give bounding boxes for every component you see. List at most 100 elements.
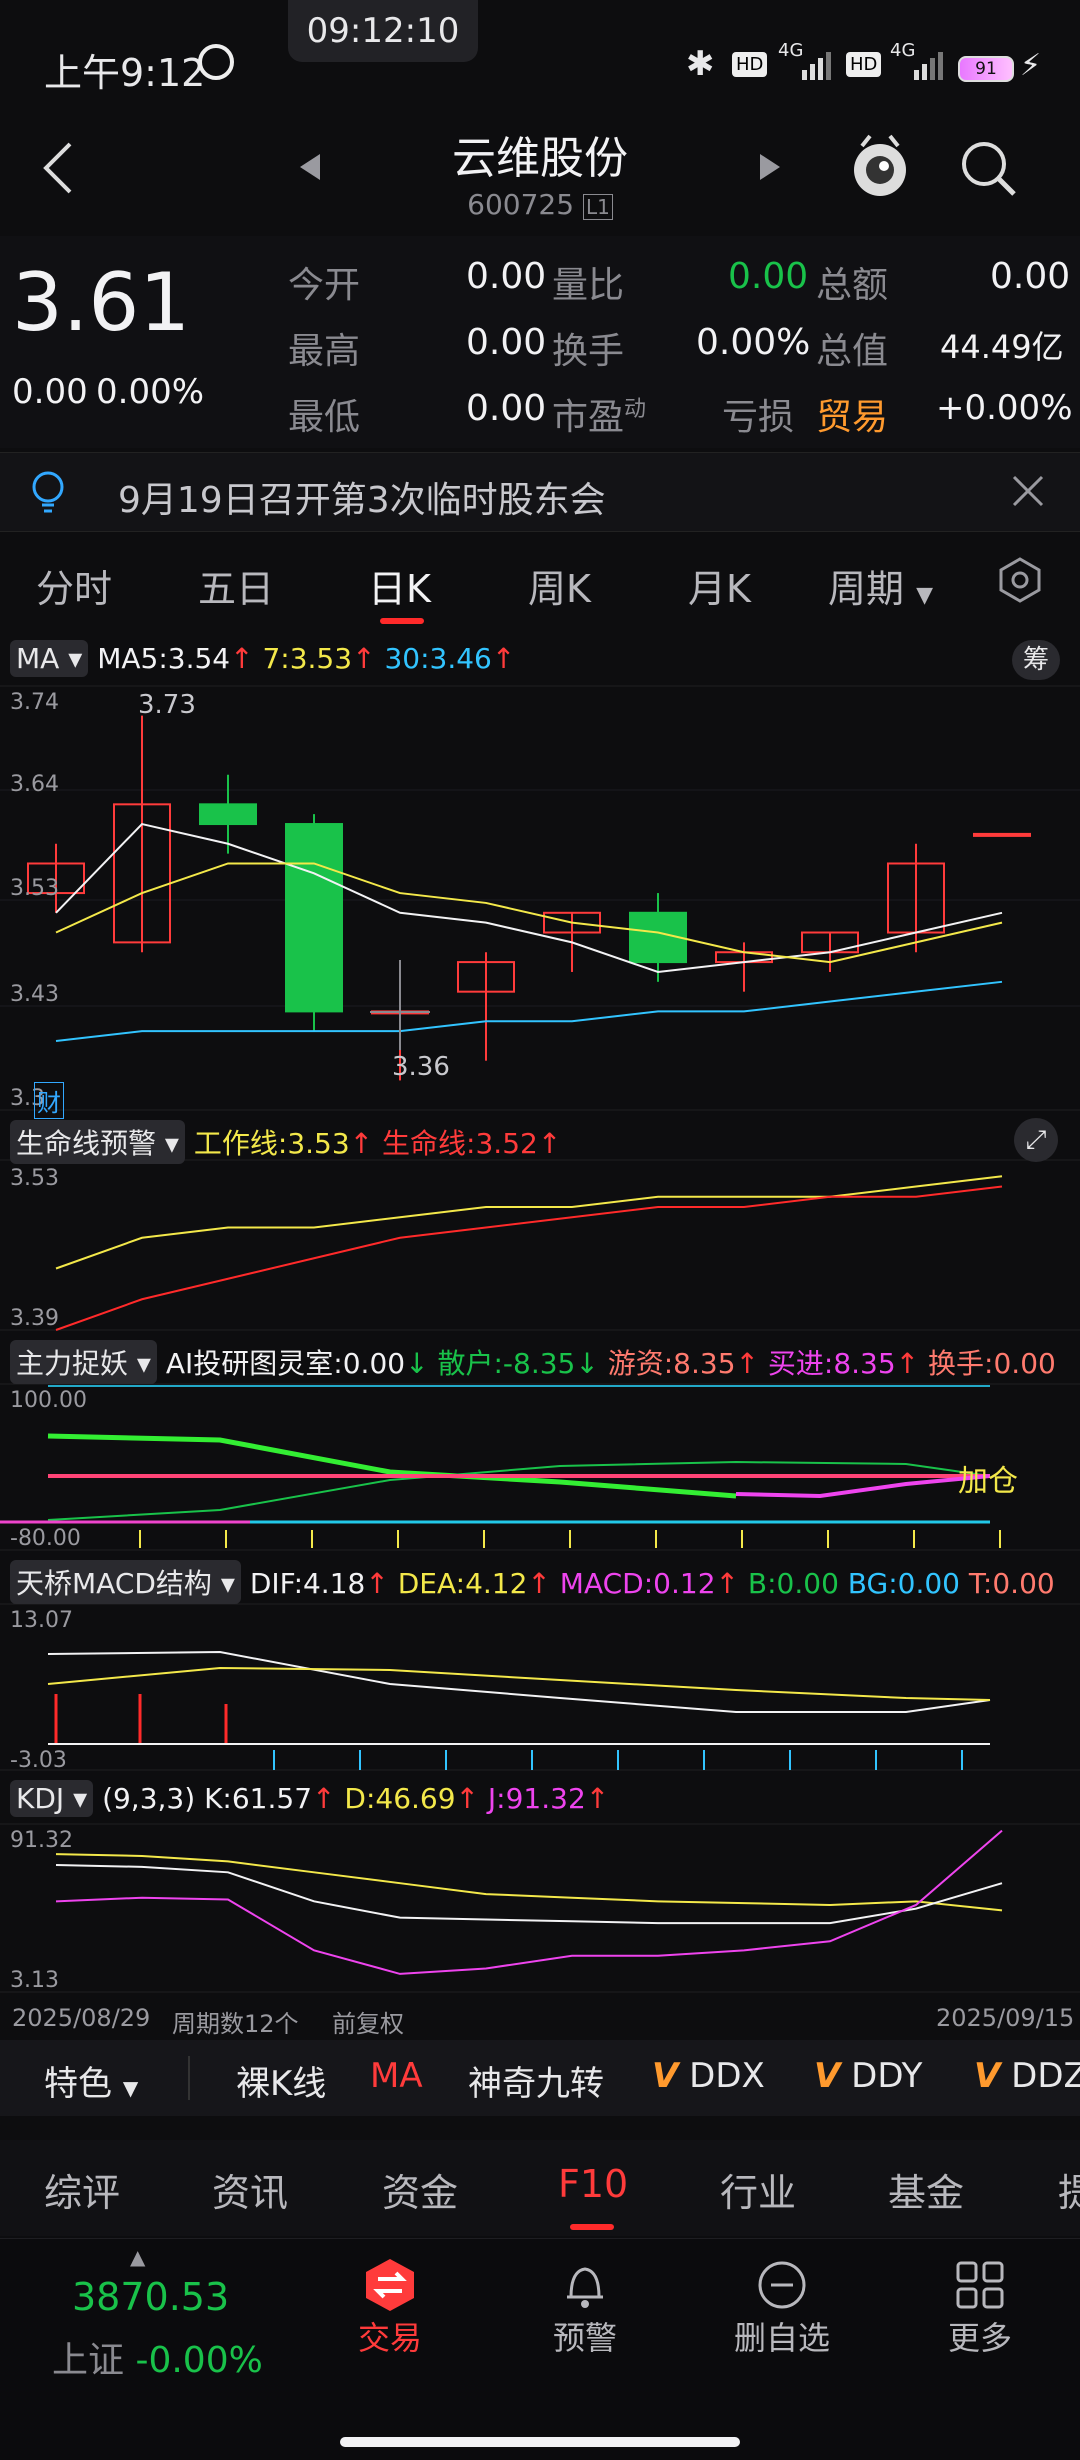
adjust-mode[interactable]: 前复权 (332, 2004, 404, 2039)
alert-button[interactable]: 预警 (535, 2257, 635, 2359)
ma7-value: 7:3.53 (262, 642, 353, 675)
main-force-line (47, 1433, 737, 1499)
add-position-signal: 加仓 (958, 1464, 1018, 1499)
feature-ma[interactable]: MA (370, 2056, 423, 2096)
chip-distribution-button[interactable]: 筹 (1012, 640, 1060, 680)
ma-y-label-3: 3.53 (10, 876, 59, 901)
special-dropdown[interactable]: 特色 ▼ (44, 2056, 138, 2105)
candle-body (199, 803, 257, 826)
feature-ddz[interactable]: V DDZ (974, 2056, 1080, 2096)
ma-panel-header: MA ▾ MA5:3.54↑ 7:3.53↑ 30:3.46↑ (10, 640, 515, 677)
ma-y-label-4: 3.43 (10, 982, 59, 1007)
work-line-value: 工作线:3.53 (193, 1127, 350, 1160)
main-y-bottom: -80.00 (10, 1526, 81, 1551)
macd-y-bottom: -3.03 (10, 1748, 67, 1773)
x-axis-end: 2025/09/15 (936, 2004, 1075, 2032)
kdj-selector[interactable]: KDJ ▾ (10, 1780, 94, 1817)
dif-line (47, 1650, 991, 1713)
index-change: -0.00% (135, 2340, 263, 2381)
low-mark: 3.36 (392, 1052, 450, 1082)
kdj-y-top: 91.32 (10, 1828, 73, 1853)
k-value: K:61.57 (204, 1782, 313, 1815)
candle-body (973, 832, 1031, 837)
bell-icon (557, 2257, 613, 2313)
home-indicator (340, 2437, 740, 2447)
lifeline-panel-header: 生命线预警 ▾ 工作线:3.53↑ 生命线:3.52↑ (10, 1120, 561, 1164)
lifeline-selector[interactable]: 生命线预警 ▾ (10, 1120, 185, 1164)
d-value: D:46.69 (344, 1782, 456, 1815)
trade-icon (362, 2257, 418, 2313)
lifeline-y-top: 3.53 (10, 1166, 59, 1191)
ma5-value: MA5:3.54 (97, 642, 231, 675)
remove-watchlist-label: 删自选 (733, 2319, 830, 2357)
ai-value: AI投研图灵室:0.00 (165, 1347, 406, 1380)
vip-v-icon: V (814, 2056, 841, 2096)
dif-value: DIF:4.18 (249, 1567, 366, 1600)
t-value: T:0.00 (968, 1567, 1055, 1600)
life-line-value: 生命线:3.52 (382, 1127, 538, 1160)
index-value[interactable]: 3870.53 (72, 2275, 229, 2319)
kdj-j-line (55, 1829, 1003, 1975)
period-count: 周期数12个 (172, 2010, 299, 2038)
candle-body (285, 823, 343, 1013)
b-value: B:0.00 (747, 1567, 839, 1600)
tab-capital[interactable]: 资金 (382, 2162, 458, 2217)
tab-overview[interactable]: 综评 (44, 2162, 120, 2217)
main-force-selector[interactable]: 主力捉妖 ▾ (10, 1340, 157, 1384)
macd-y-top: 13.07 (10, 1608, 73, 1633)
expand-icon[interactable]: ⤢ (1014, 1118, 1058, 1162)
index-line[interactable]: 上证 -0.00% (52, 2331, 263, 2383)
tab-f10[interactable]: F10 (558, 2162, 628, 2206)
feature-bar: 特色 ▼ 裸K线 MA 神奇九转 V DDX V DDY V DDZ (0, 2040, 1080, 2116)
vip-v-icon: V (974, 2056, 1001, 2096)
bottom-dock: ▲ 3870.53 上证 -0.00% 交易 预警 删自选 更多 (0, 2238, 1080, 2460)
more-button[interactable]: 更多 (930, 2257, 1030, 2359)
tab-more-cut[interactable]: 提 (1058, 2162, 1080, 2217)
ma-selector[interactable]: MA ▾ (10, 640, 89, 677)
caret-down-icon: ▼ (122, 2076, 139, 2100)
alert-label: 预警 (552, 2319, 617, 2357)
chart-canvas[interactable] (0, 0, 1080, 2040)
tab-fund[interactable]: 基金 (888, 2162, 964, 2217)
life-line (55, 1185, 1003, 1331)
more-label: 更多 (947, 2319, 1012, 2357)
ma-y-label-2: 3.64 (10, 772, 59, 797)
j-value: J:91.32 (487, 1782, 586, 1815)
grid-icon (952, 2257, 1008, 2313)
hot-money-value: 游资:8.35 (607, 1347, 736, 1380)
macd-selector[interactable]: 天桥MACD结构 ▾ (10, 1560, 241, 1604)
trade-button[interactable]: 交易 (340, 2257, 440, 2359)
bg-value: BG:0.00 (847, 1567, 960, 1600)
macd-panel-header: 天桥MACD结构 ▾ DIF:4.18↑ DEA:4.12↑ MACD:0.12… (10, 1560, 1055, 1604)
x-axis-start: 2025/08/29 (12, 2004, 151, 2032)
kdj-panel-header: KDJ ▾ (9,3,3) K:61.57↑ D:46.69↑ J:91.32↑ (10, 1780, 609, 1817)
info-tabs: 综评 资讯 资金 F10 行业 基金 提 (0, 2140, 1080, 2236)
tab-news[interactable]: 资讯 (212, 2162, 288, 2217)
ma7-line (55, 862, 1003, 964)
feature-td9[interactable]: 神奇九转 (468, 2056, 604, 2105)
ma30-value: 30:3.46 (384, 642, 492, 675)
feature-naked-k[interactable]: 裸K线 (236, 2056, 326, 2105)
main-y-top: 100.00 (10, 1388, 87, 1413)
lifeline-y-bottom: 3.39 (10, 1306, 59, 1331)
high-mark: 3.73 (138, 690, 196, 720)
caret-up-icon[interactable]: ▲ (130, 2245, 145, 2269)
feature-ddx[interactable]: V DDX (652, 2056, 765, 2096)
macd-value: MACD:0.12 (559, 1567, 716, 1600)
dea-value: DEA:4.12 (397, 1567, 528, 1600)
ma5-line (55, 822, 1003, 973)
finance-badge[interactable]: 财 (34, 1082, 64, 1119)
vip-v-icon: V (652, 2056, 679, 2096)
trade-label: 交易 (357, 2319, 422, 2357)
tab-industry[interactable]: 行业 (720, 2162, 796, 2217)
kdj-params: (9,3,3) (102, 1782, 196, 1815)
kdj-k-line (55, 1864, 1003, 1925)
remove-watchlist-button[interactable]: 删自选 (722, 2257, 842, 2359)
feature-ddy[interactable]: V DDY (814, 2056, 922, 2096)
ma30-line (55, 980, 1003, 1042)
swap-value: 换手:0.00 (928, 1347, 1056, 1380)
retail-value: 散户:-8.35 (437, 1347, 576, 1380)
buy-value: 买进:8.35 (767, 1347, 896, 1380)
divider (188, 2056, 190, 2100)
kdj-y-bottom: 3.13 (10, 1968, 59, 1993)
